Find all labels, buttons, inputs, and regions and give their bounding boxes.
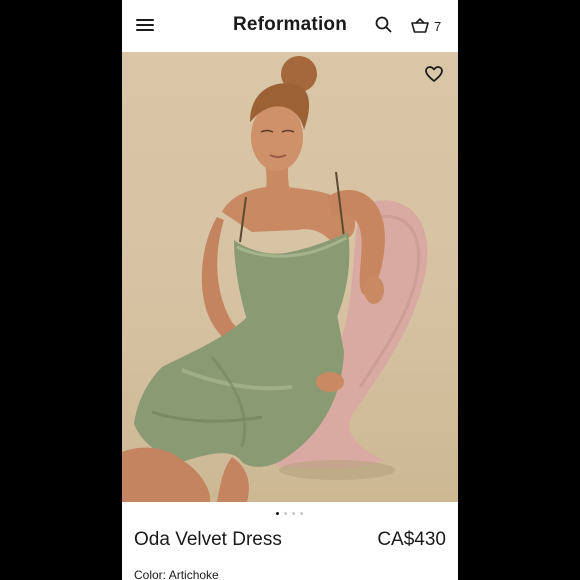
carousel-dot[interactable] — [300, 512, 303, 515]
top-navigation-bar: Reformation 7 — [122, 0, 458, 52]
carousel-dot[interactable] — [292, 512, 295, 515]
heart-outline-icon[interactable] — [424, 64, 444, 84]
basket-icon — [411, 18, 429, 33]
carousel-dot-active[interactable] — [276, 512, 279, 515]
product-price: CA$430 — [377, 529, 446, 550]
product-page: Reformation 7 Oda Velvet Dress CA$430 Co… — [122, 0, 458, 580]
product-image[interactable] — [122, 52, 458, 502]
search-icon[interactable] — [374, 15, 394, 35]
cart-button[interactable]: 7 — [410, 15, 441, 37]
product-info: Oda Velvet Dress CA$430 Color: Artichoke — [122, 502, 458, 580]
product-color: Color: Artichoke — [134, 568, 219, 580]
image-carousel-dots[interactable] — [276, 512, 303, 515]
color-value: Artichoke — [168, 568, 219, 580]
product-photo — [122, 56, 428, 502]
carousel-dot[interactable] — [284, 512, 287, 515]
brand-logo[interactable]: Reformation — [122, 14, 458, 36]
product-name: Oda Velvet Dress — [134, 529, 282, 550]
cart-count: 7 — [434, 18, 442, 34]
color-label: Color: — [134, 568, 167, 580]
